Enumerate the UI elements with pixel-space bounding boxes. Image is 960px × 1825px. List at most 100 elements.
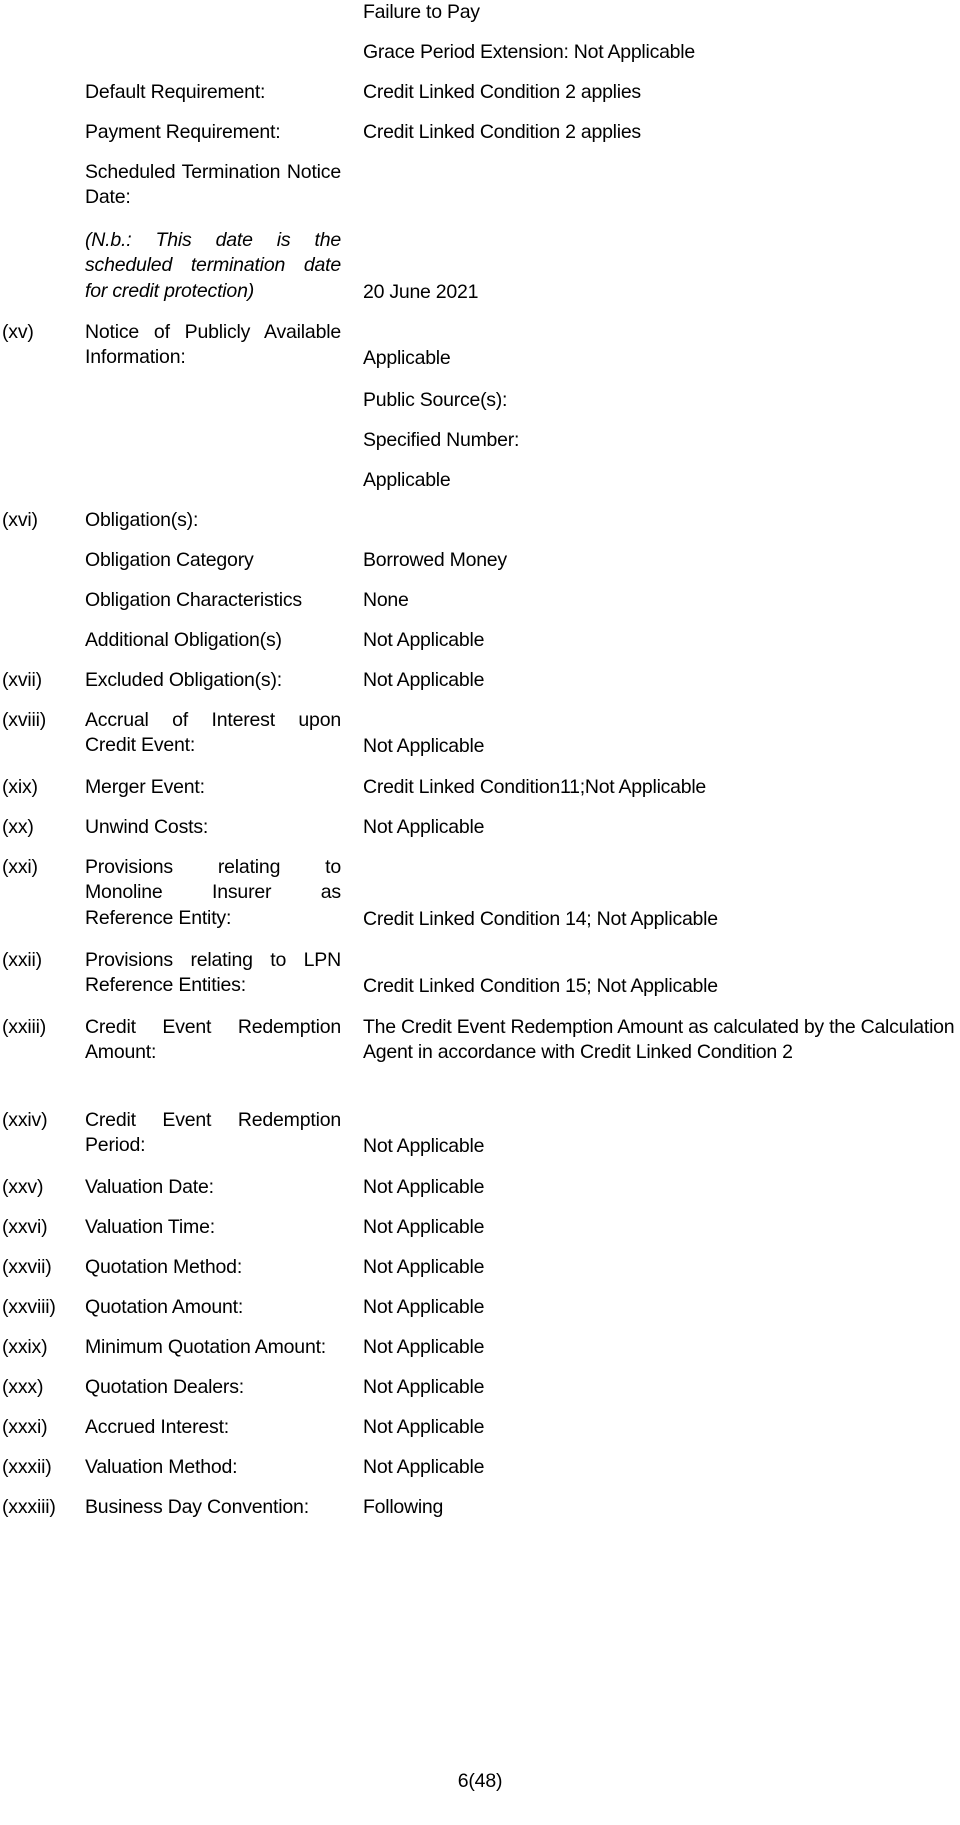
row-roman-numeral: (xxiv) bbox=[2, 1109, 48, 1131]
row-value: 20 June 2021 bbox=[363, 281, 479, 303]
term-row: (xxviii) Quotation Amount: Not Applicabl… bbox=[0, 1295, 960, 1320]
row-value: Credit Linked Condition 15; Not Applicab… bbox=[363, 975, 718, 997]
term-row: (xxvii) Quotation Method: Not Applicable bbox=[0, 1255, 960, 1280]
row-label: Quotation Amount: bbox=[85, 1296, 244, 1318]
row-label: Notice of Publicly Available Information… bbox=[85, 321, 341, 369]
term-row: (xvi) Obligation(s): bbox=[0, 508, 960, 533]
term-row: (xxiv) Credit Event Redemption Period: N… bbox=[0, 1108, 960, 1159]
row-roman-numeral: (xxiii) bbox=[2, 1016, 47, 1038]
row-value: Not Applicable bbox=[363, 1456, 485, 1478]
term-row: Default Requirement: Credit Linked Condi… bbox=[0, 80, 960, 105]
row-roman-numeral: (xxviii) bbox=[2, 1296, 56, 1318]
row-roman-numeral: (xvii) bbox=[2, 669, 42, 691]
term-row: (xxix) Minimum Quotation Amount: Not App… bbox=[0, 1335, 960, 1360]
row-value: Not Applicable bbox=[363, 1416, 485, 1438]
row-label: Excluded Obligation(s): bbox=[85, 669, 282, 691]
row-label: Provisions relating to LPN Reference Ent… bbox=[85, 949, 341, 997]
row-value: Not Applicable bbox=[363, 1256, 485, 1278]
row-roman-numeral: (xxxii) bbox=[2, 1456, 52, 1478]
row-label: Minimum Quotation Amount: bbox=[85, 1336, 327, 1358]
row-label: Valuation Method: bbox=[85, 1456, 238, 1478]
row-roman-numeral: (xxvi) bbox=[2, 1216, 48, 1238]
row-label: Business Day Convention: bbox=[85, 1496, 309, 1518]
row-value: Not Applicable bbox=[363, 1135, 485, 1157]
term-row: (xxvi) Valuation Time: Not Applicable bbox=[0, 1215, 960, 1240]
row-value: Not Applicable bbox=[363, 816, 485, 838]
row-label: Provisions relating to Monoline Insurer … bbox=[85, 856, 341, 929]
row-roman-numeral: (xxvii) bbox=[2, 1256, 52, 1278]
term-row: (xxiii) Credit Event Redemption Amount: … bbox=[0, 1015, 960, 1066]
row-label: Accrual of Interest upon Credit Event: bbox=[85, 709, 341, 757]
row-value: Credit Linked Condition 14; Not Applicab… bbox=[363, 908, 718, 930]
row-label: Valuation Date: bbox=[85, 1176, 214, 1198]
row-value: Following bbox=[363, 1496, 444, 1518]
term-row: (xxxii) Valuation Method: Not Applicable bbox=[0, 1455, 960, 1480]
row-label: Credit Event Redemption Amount: bbox=[85, 1016, 341, 1064]
row-label: Unwind Costs: bbox=[85, 816, 209, 838]
row-value: Not Applicable bbox=[363, 669, 485, 691]
row-value: Public Source(s): bbox=[363, 389, 508, 411]
term-row: (xxx) Quotation Dealers: Not Applicable bbox=[0, 1375, 960, 1400]
row-value: Applicable bbox=[363, 469, 451, 491]
term-row: (xx) Unwind Costs: Not Applicable bbox=[0, 815, 960, 840]
term-row: Grace Period Extension: Not Applicable bbox=[0, 40, 960, 65]
term-row: Additional Obligation(s) Not Applicable bbox=[0, 628, 960, 653]
row-value: Not Applicable bbox=[363, 629, 485, 651]
term-row: (xxi) Provisions relating to Monoline In… bbox=[0, 855, 960, 932]
row-label: Accrued Interest: bbox=[85, 1416, 230, 1438]
document-page: Failure to Pay Grace Period Extension: N… bbox=[0, 0, 960, 1825]
row-value: Not Applicable bbox=[363, 1336, 485, 1358]
row-label: Default Requirement: bbox=[85, 81, 266, 103]
row-value: Not Applicable bbox=[363, 735, 485, 757]
row-value: Credit Linked Condition 2 applies bbox=[363, 81, 641, 103]
row-roman-numeral: (xxix) bbox=[2, 1336, 48, 1358]
term-row: (xviii) Accrual of Interest upon Credit … bbox=[0, 708, 960, 759]
term-row: Scheduled Termination Notice Date: bbox=[0, 160, 960, 211]
row-value: Not Applicable bbox=[363, 1296, 485, 1318]
row-roman-numeral: (xix) bbox=[2, 776, 38, 798]
row-roman-numeral: (xvi) bbox=[2, 509, 38, 531]
row-value: Not Applicable bbox=[363, 1376, 485, 1398]
row-label: Payment Requirement: bbox=[85, 121, 281, 143]
row-label: Quotation Dealers: bbox=[85, 1376, 244, 1398]
row-label: Valuation Time: bbox=[85, 1216, 215, 1238]
row-label: Obligation Characteristics bbox=[85, 589, 302, 611]
term-row: Obligation Characteristics None bbox=[0, 588, 960, 613]
row-label: Scheduled Termination Notice Date: bbox=[85, 161, 341, 209]
row-roman-numeral: (xxx) bbox=[2, 1376, 44, 1398]
row-roman-numeral: (xxxi) bbox=[2, 1416, 48, 1438]
row-value: Failure to Pay bbox=[363, 1, 480, 23]
term-row: (xv) Notice of Publicly Available Inform… bbox=[0, 320, 960, 371]
row-value: None bbox=[363, 589, 409, 611]
term-row: (xxv) Valuation Date: Not Applicable bbox=[0, 1175, 960, 1200]
term-row: Obligation Category Borrowed Money bbox=[0, 548, 960, 573]
row-roman-numeral: (xxv) bbox=[2, 1176, 44, 1198]
row-label: Additional Obligation(s) bbox=[85, 629, 282, 651]
row-roman-numeral: (xv) bbox=[2, 321, 34, 343]
row-value: Borrowed Money bbox=[363, 549, 507, 571]
row-value: Not Applicable bbox=[363, 1176, 485, 1198]
term-row: (xxxiii) Business Day Convention: Follow… bbox=[0, 1495, 960, 1520]
page-footer: 6(48) bbox=[457, 1770, 503, 1792]
row-value: Credit Linked Condition 2 applies bbox=[363, 121, 641, 143]
term-row: Public Source(s): bbox=[0, 388, 960, 413]
row-label: Obligation(s): bbox=[85, 509, 199, 531]
term-row: Failure to Pay bbox=[0, 0, 960, 25]
row-value: Specified Number: bbox=[363, 429, 520, 451]
row-roman-numeral: (xviii) bbox=[2, 709, 47, 731]
term-row: (xix) Merger Event: Credit Linked Condit… bbox=[0, 775, 960, 800]
row-value: Applicable bbox=[363, 347, 451, 369]
row-value: Not Applicable bbox=[363, 1216, 485, 1238]
row-roman-numeral: (xxi) bbox=[2, 856, 38, 878]
term-row: (N.b.: This date is the scheduled termin… bbox=[0, 228, 960, 305]
row-label: (N.b.: This date is the scheduled termin… bbox=[85, 229, 341, 302]
term-row: (xvii) Excluded Obligation(s): Not Appli… bbox=[0, 668, 960, 693]
term-row: (xxxi) Accrued Interest: Not Applicable bbox=[0, 1415, 960, 1440]
row-label: Quotation Method: bbox=[85, 1256, 243, 1278]
row-label: Obligation Category bbox=[85, 549, 254, 571]
row-value: Grace Period Extension: Not Applicable bbox=[363, 41, 695, 63]
term-row: Specified Number: bbox=[0, 428, 960, 453]
term-row: (xxii) Provisions relating to LPN Refere… bbox=[0, 948, 960, 999]
row-label: Credit Event Redemption Period: bbox=[85, 1109, 341, 1157]
row-roman-numeral: (xx) bbox=[2, 816, 34, 838]
